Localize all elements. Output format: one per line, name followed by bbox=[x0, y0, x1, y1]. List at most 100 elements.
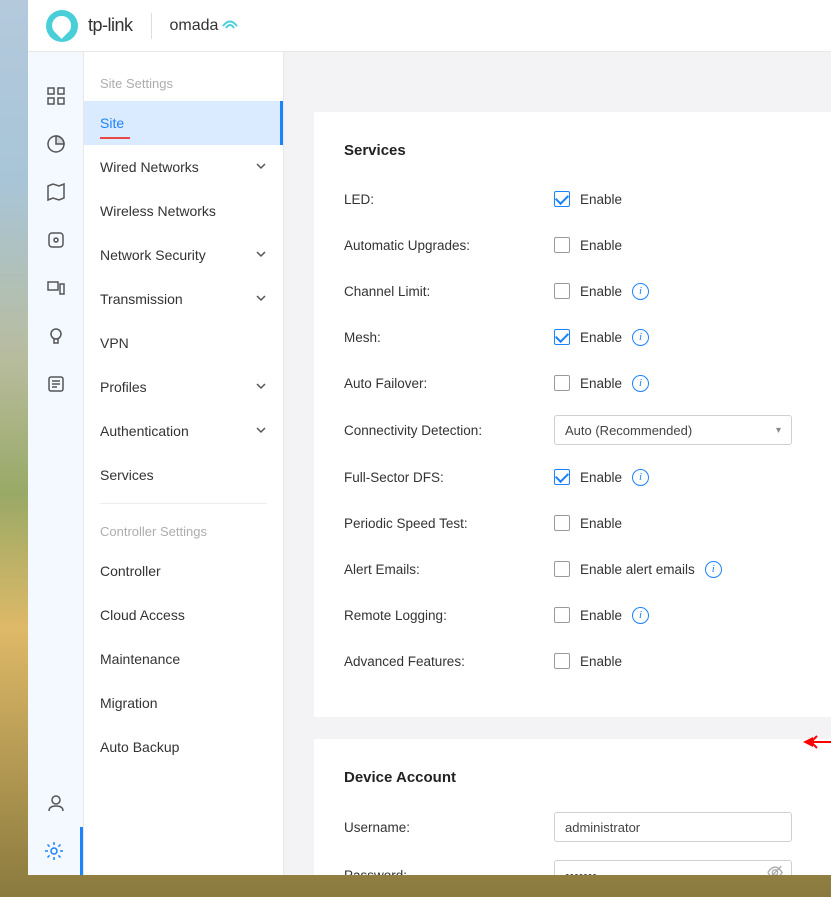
form-value: Enable bbox=[554, 237, 622, 253]
sidebar-item-authentication[interactable]: Authentication bbox=[84, 409, 283, 453]
checkbox-mesh[interactable] bbox=[554, 329, 570, 345]
chevron-down-icon bbox=[255, 291, 267, 307]
form-label: Auto Failover: bbox=[344, 376, 554, 391]
sidebar-item-vpn[interactable]: VPN bbox=[84, 321, 283, 365]
icon-rail bbox=[28, 52, 84, 875]
sidebar-item-cloud-access[interactable]: Cloud Access bbox=[84, 593, 283, 637]
menu-divider bbox=[100, 503, 267, 504]
checkbox-label: Enable bbox=[580, 608, 622, 623]
wifi-icon bbox=[222, 18, 238, 34]
sidebar-item-transmission[interactable]: Transmission bbox=[84, 277, 283, 321]
sidebar-item-label: Auto Backup bbox=[100, 739, 179, 755]
nav-settings-icon[interactable] bbox=[28, 827, 83, 875]
service-row-alert-emails: Alert Emails: Enable alert emails i bbox=[344, 555, 801, 583]
info-icon[interactable]: i bbox=[632, 329, 649, 346]
form-label: Connectivity Detection: bbox=[344, 423, 554, 438]
nav-devices-icon[interactable] bbox=[28, 216, 83, 264]
nav-map-icon[interactable] bbox=[28, 168, 83, 216]
form-label: LED: bbox=[344, 192, 554, 207]
service-row-full-sector-dfs: Full-Sector DFS:Enablei bbox=[344, 463, 801, 491]
form-label: Remote Logging: bbox=[344, 608, 554, 623]
form-label: Advanced Features: bbox=[344, 654, 554, 669]
nav-insight-icon[interactable] bbox=[28, 312, 83, 360]
header: tp-link omada bbox=[28, 0, 831, 52]
device-account-title: Device Account bbox=[344, 769, 801, 786]
nav-statistics-icon[interactable] bbox=[28, 120, 83, 168]
sidebar-item-label: Authentication bbox=[100, 423, 189, 439]
form-value: Enable alert emails i bbox=[554, 561, 722, 578]
checkbox-label: Enable bbox=[580, 284, 622, 299]
services-title: Services bbox=[344, 142, 801, 159]
brand-tplink: tp-link bbox=[88, 15, 133, 36]
checkbox-label: Enable alert emails bbox=[580, 562, 695, 577]
sidebar-item-site[interactable]: Site bbox=[84, 101, 283, 145]
chevron-down-icon bbox=[255, 247, 267, 263]
sidebar-item-migration[interactable]: Migration bbox=[84, 681, 283, 725]
sidebar-item-wired-networks[interactable]: Wired Networks bbox=[84, 145, 283, 189]
info-icon[interactable]: i bbox=[632, 375, 649, 392]
sidebar-header-controller: Controller Settings bbox=[84, 510, 283, 549]
checkbox-label: Enable bbox=[580, 516, 622, 531]
username-input[interactable] bbox=[554, 812, 792, 842]
nav-log-icon[interactable] bbox=[28, 360, 83, 408]
select-connectivity-detection[interactable]: Auto (Recommended)▾ bbox=[554, 415, 792, 445]
sidebar-item-label: Maintenance bbox=[100, 651, 180, 667]
tplink-logo-icon bbox=[46, 10, 78, 42]
service-row-automatic-upgrades: Automatic Upgrades:Enable bbox=[344, 231, 801, 259]
sidebar-item-services[interactable]: Services bbox=[84, 453, 283, 497]
nav-account-icon[interactable] bbox=[28, 779, 83, 827]
sidebar-item-label: VPN bbox=[100, 335, 129, 351]
service-row-auto-failover: Auto Failover:Enablei bbox=[344, 369, 801, 397]
chevron-down-icon bbox=[255, 159, 267, 175]
form-value: Auto (Recommended)▾ bbox=[554, 415, 792, 445]
checkbox-label: Enable bbox=[580, 330, 622, 345]
service-row-remote-logging: Remote Logging: Enablei bbox=[344, 601, 801, 629]
info-icon[interactable]: i bbox=[632, 469, 649, 486]
nav-clients-icon[interactable] bbox=[28, 264, 83, 312]
sidebar-item-auto-backup[interactable]: Auto Backup bbox=[84, 725, 283, 769]
sidebar-item-wireless-networks[interactable]: Wireless Networks bbox=[84, 189, 283, 233]
password-input[interactable] bbox=[554, 860, 792, 875]
sidebar-item-network-security[interactable]: Network Security bbox=[84, 233, 283, 277]
checkbox-remote-logging[interactable] bbox=[554, 607, 570, 623]
sidebar-item-controller[interactable]: Controller bbox=[84, 549, 283, 593]
service-row-led: LED: Enable bbox=[344, 185, 801, 213]
form-value: Enablei bbox=[554, 329, 649, 346]
form-value: Enablei bbox=[554, 375, 649, 392]
device-account-panel: Device Account Username: Password: bbox=[314, 739, 831, 875]
sidebar-header-site: Site Settings bbox=[84, 62, 283, 101]
checkbox-channel-limit[interactable] bbox=[554, 283, 570, 299]
brand-omada: omada bbox=[170, 17, 239, 35]
username-label: Username: bbox=[344, 820, 554, 835]
info-icon[interactable]: i bbox=[632, 607, 649, 624]
info-icon[interactable]: i bbox=[705, 561, 722, 578]
chevron-down-icon bbox=[255, 423, 267, 439]
checkbox-auto-failover[interactable] bbox=[554, 375, 570, 391]
sidebar-item-label: Wireless Networks bbox=[100, 203, 216, 219]
checkbox-label: Enable bbox=[580, 192, 622, 207]
checkbox-alert-emails[interactable] bbox=[554, 561, 570, 577]
info-icon[interactable]: i bbox=[632, 283, 649, 300]
password-visibility-icon[interactable] bbox=[766, 864, 784, 876]
sidebar-item-maintenance[interactable]: Maintenance bbox=[84, 637, 283, 681]
checkbox-automatic-upgrades[interactable] bbox=[554, 237, 570, 253]
service-row-periodic-speed-test: Periodic Speed Test:Enable bbox=[344, 509, 801, 537]
service-row-mesh: Mesh:Enablei bbox=[344, 323, 801, 351]
chevron-down-icon: ▾ bbox=[776, 425, 781, 436]
password-label: Password: bbox=[344, 868, 554, 876]
sidebar-item-label: Services bbox=[100, 467, 154, 483]
form-value: Enable bbox=[554, 191, 622, 207]
nav-dashboard-icon[interactable] bbox=[28, 72, 83, 120]
checkbox-full-sector-dfs[interactable] bbox=[554, 469, 570, 485]
sidebar-item-label: Site bbox=[100, 115, 124, 131]
service-row-advanced-features: Advanced Features: Enable bbox=[344, 647, 801, 675]
checkbox-label: Enable bbox=[580, 654, 622, 669]
form-label: Alert Emails: bbox=[344, 562, 554, 577]
checkbox-periodic-speed-test[interactable] bbox=[554, 515, 570, 531]
sidebar-item-profiles[interactable]: Profiles bbox=[84, 365, 283, 409]
chevron-down-icon bbox=[255, 379, 267, 395]
checkbox-led[interactable] bbox=[554, 191, 570, 207]
checkbox-label: Enable bbox=[580, 376, 622, 391]
sidebar-item-label: Wired Networks bbox=[100, 159, 199, 175]
checkbox-advanced-features[interactable] bbox=[554, 653, 570, 669]
